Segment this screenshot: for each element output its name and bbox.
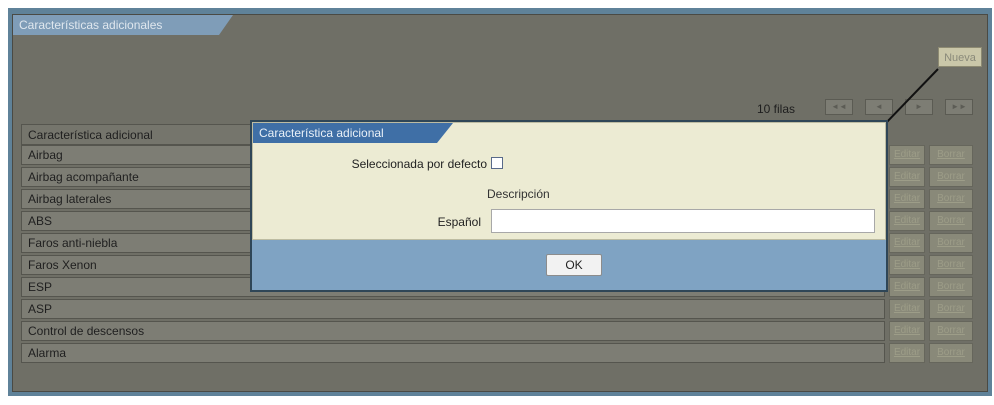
edit-link[interactable]: Editar (889, 211, 925, 231)
delete-link[interactable]: Borrar (929, 255, 973, 275)
dialog-footer: OK (252, 240, 886, 290)
delete-link[interactable]: Borrar (929, 233, 973, 253)
rows-count: 10 filas (756, 102, 795, 116)
table-row: ASP Editar Borrar (21, 299, 981, 320)
description-label: Descripción (487, 187, 550, 201)
edit-link[interactable]: Editar (889, 167, 925, 187)
panel-title: Características adicionales (13, 15, 233, 35)
edit-link[interactable]: Editar (889, 233, 925, 253)
new-button[interactable]: Nueva (938, 47, 982, 67)
delete-link[interactable]: Borrar (929, 343, 973, 363)
main-frame: Características adicionales Nueva 10 fil… (8, 8, 992, 396)
row-feature-name: Control de descensos (21, 321, 885, 341)
delete-link[interactable]: Borrar (929, 211, 973, 231)
edit-link[interactable]: Editar (889, 299, 925, 319)
delete-link[interactable]: Borrar (929, 145, 973, 165)
feature-dialog: Característica adicional Seleccionada po… (250, 120, 888, 292)
table-row: Alarma Editar Borrar (21, 343, 981, 364)
dialog-body: Característica adicional Seleccionada po… (252, 122, 886, 240)
delete-link[interactable]: Borrar (929, 277, 973, 297)
dialog-title: Característica adicional (253, 123, 453, 143)
delete-link[interactable]: Borrar (929, 299, 973, 319)
edit-link[interactable]: Editar (889, 277, 925, 297)
spanish-label: Español (437, 215, 481, 229)
edit-link[interactable]: Editar (889, 255, 925, 275)
edit-link[interactable]: Editar (889, 145, 925, 165)
delete-link[interactable]: Borrar (929, 167, 973, 187)
row-feature-name: ASP (21, 299, 885, 319)
table-row: Control de descensos Editar Borrar (21, 321, 981, 342)
selected-by-default-checkbox[interactable] (491, 157, 503, 169)
first-page-button[interactable]: ◄◄ (825, 99, 853, 115)
delete-link[interactable]: Borrar (929, 189, 973, 209)
spanish-description-input[interactable] (491, 209, 875, 233)
delete-link[interactable]: Borrar (929, 321, 973, 341)
row-feature-name: Alarma (21, 343, 885, 363)
pointer-line (884, 68, 939, 125)
last-page-button[interactable]: ►► (945, 99, 973, 115)
column-header: Característica adicional (21, 124, 251, 145)
edit-link[interactable]: Editar (889, 321, 925, 341)
edit-link[interactable]: Editar (889, 189, 925, 209)
edit-link[interactable]: Editar (889, 343, 925, 363)
selected-by-default-label: Seleccionada por defecto (351, 157, 487, 171)
ok-button[interactable]: OK (546, 254, 602, 276)
